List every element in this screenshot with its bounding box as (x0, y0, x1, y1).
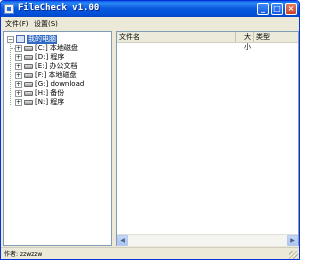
column-header-size[interactable]: 大小 (236, 32, 254, 51)
app-icon (4, 4, 14, 14)
expand-icon[interactable]: + (15, 90, 22, 97)
menu-settings[interactable]: 设置(S) (34, 19, 58, 29)
close-button[interactable]: × (285, 3, 297, 15)
drive-icon (24, 46, 33, 51)
tree-item-drive[interactable]: + [C:] 本地磁盘 (4, 44, 111, 53)
tree-label: [F:] 本地磁盘 (35, 71, 77, 79)
status-author: 作者: zzwzzw (4, 251, 43, 258)
drive-icon (24, 73, 33, 78)
minimize-button[interactable]: _ (257, 3, 269, 15)
app-window: FileCheck v1.00 _ □ × 文件(F) 设置(S) − 我的电脑… (0, 0, 300, 260)
tree-item-drive[interactable]: + [D:] 程序 (4, 53, 111, 62)
column-header-type[interactable]: 类型 (254, 32, 298, 42)
tree-label: [H:] 备份 (35, 89, 65, 97)
computer-icon (16, 35, 25, 43)
expand-icon[interactable]: + (15, 81, 22, 88)
expand-icon[interactable]: + (15, 99, 22, 106)
tree-label: [D:] 程序 (35, 53, 65, 61)
drive-icon (24, 100, 33, 105)
tree-label: [C:] 本地磁盘 (35, 44, 78, 52)
tree-item-drive[interactable]: + [F:] 本地磁盘 (4, 71, 111, 80)
window-title: FileCheck v1.00 (18, 3, 100, 13)
folder-tree[interactable]: − 我的电脑 + [C:] 本地磁盘 + [D:] 程序 + [E:] 办公文档… (3, 31, 112, 246)
maximize-button[interactable]: □ (271, 3, 283, 15)
tree-item-my-computer[interactable]: − 我的电脑 (4, 35, 111, 44)
horizontal-scrollbar[interactable]: ◀ ▶ (117, 234, 298, 246)
expand-icon[interactable]: + (15, 72, 22, 79)
tree-label: [N:] 程序 (35, 98, 65, 106)
list-header: 文件名 大小 类型 (117, 32, 298, 51)
collapse-icon[interactable]: − (7, 36, 14, 43)
scroll-right-icon[interactable]: ▶ (287, 235, 298, 246)
drive-icon (24, 55, 33, 60)
tree-label: [G:] download (35, 80, 85, 88)
scroll-left-icon[interactable]: ◀ (117, 235, 128, 246)
tree-item-drive[interactable]: + [G:] download (4, 80, 111, 89)
title-bar[interactable]: FileCheck v1.00 _ □ × (1, 1, 299, 17)
file-list[interactable]: 文件名 大小 类型 ◀ ▶ (116, 31, 299, 246)
tree-item-drive[interactable]: + [H:] 备份 (4, 89, 111, 98)
drive-icon (24, 91, 33, 96)
tree-item-drive[interactable]: + [N:] 程序 (4, 98, 111, 107)
status-bar: 作者: zzwzzw (1, 247, 299, 259)
tree-label: 我的电脑 (27, 35, 57, 44)
resize-grip-icon[interactable] (289, 251, 298, 259)
tree-item-drive[interactable]: + [E:] 办公文档 (4, 62, 111, 71)
column-header-name[interactable]: 文件名 (117, 32, 236, 42)
expand-icon[interactable]: + (15, 54, 22, 61)
menu-file[interactable]: 文件(F) (5, 19, 29, 29)
tree-label: [E:] 办公文档 (35, 62, 78, 70)
drive-icon (24, 64, 33, 69)
expand-icon[interactable]: + (15, 63, 22, 70)
drive-icon (24, 82, 33, 87)
expand-icon[interactable]: + (15, 45, 22, 52)
menu-bar: 文件(F) 设置(S) (1, 17, 299, 30)
